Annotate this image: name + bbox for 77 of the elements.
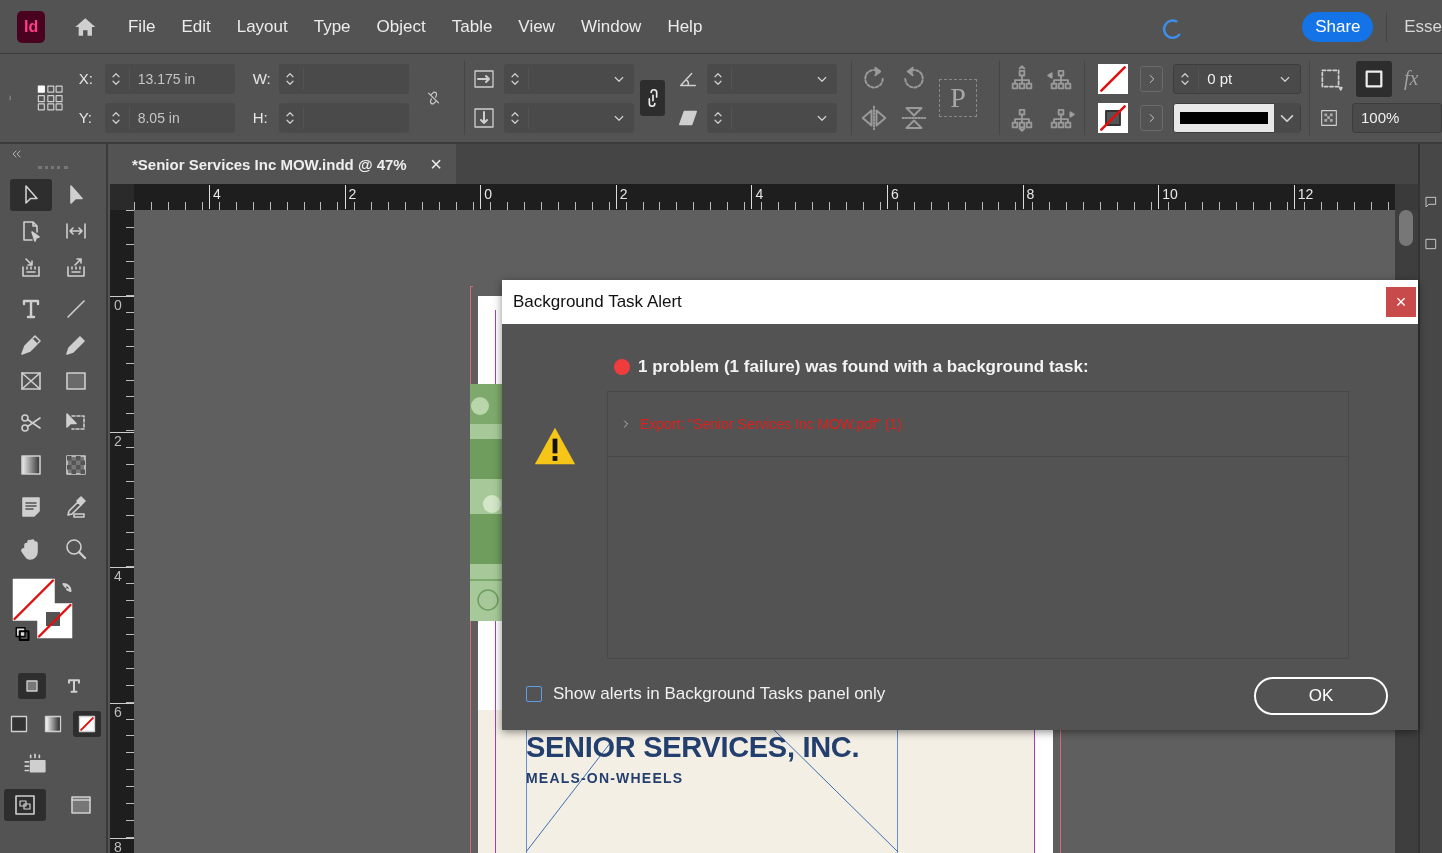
- ruler-label: 6: [887, 185, 899, 209]
- menu-item[interactable]: Edit: [168, 16, 224, 37]
- height-label: H:: [252, 109, 269, 126]
- scrollbar-thumb[interactable]: [1399, 210, 1413, 246]
- feather-icon: [63, 453, 88, 477]
- ok-button[interactable]: OK: [1254, 677, 1388, 716]
- close-button[interactable]: ×: [430, 154, 442, 174]
- dropdown-icon[interactable]: [1274, 102, 1301, 133]
- constrain-button[interactable]: [640, 80, 665, 116]
- ruler-label: 4: [751, 185, 764, 209]
- alert-message: 1 problem (1 failure) was found with a background task:: [638, 356, 1089, 377]
- stroke-type-field[interactable]: [1173, 102, 1302, 133]
- height-field[interactable]: [278, 102, 409, 133]
- x-label: X:: [78, 70, 94, 87]
- opacity-field[interactable]: 100%: [1351, 102, 1442, 133]
- none-swatch-icon: [1099, 64, 1128, 93]
- ruler-label: 2: [344, 185, 357, 209]
- screen-mode-normal-button[interactable]: [4, 789, 46, 821]
- scale-height-icon[interactable]: [472, 105, 497, 130]
- panel-icon[interactable]: [1424, 236, 1438, 252]
- ruler-label: 10: [1158, 185, 1178, 209]
- selection-tool[interactable]: [9, 179, 52, 211]
- scale-height-field[interactable]: [504, 102, 635, 133]
- checkbox[interactable]: [526, 686, 542, 703]
- width-label: W:: [252, 70, 272, 87]
- menu-item[interactable]: File: [114, 16, 169, 37]
- gradient-swatch-icon: [43, 714, 63, 734]
- scissors-icon: [18, 411, 43, 435]
- workspace-switcher[interactable]: Esse: [1404, 16, 1442, 37]
- close-button[interactable]: ×: [1386, 286, 1416, 317]
- menu-item[interactable]: Table: [438, 16, 506, 37]
- ruler-label: 12: [1293, 185, 1314, 209]
- share-button[interactable]: Share: [1302, 11, 1374, 42]
- menu-item[interactable]: View: [505, 16, 568, 37]
- ruler-label: 4: [209, 185, 221, 209]
- y-label: Y:: [78, 109, 94, 126]
- none-swatch-icon: [77, 714, 97, 734]
- page-heading: SENIOR SERVICES, INC.: [526, 731, 860, 764]
- x-field[interactable]: 13.175 in: [104, 63, 235, 94]
- apply-none-button[interactable]: [73, 711, 101, 737]
- menu-item[interactable]: Object: [363, 16, 439, 37]
- pencil-icon: [63, 333, 88, 357]
- rectangle-icon: [63, 369, 88, 393]
- app-logo: Id: [17, 10, 46, 43]
- fill-swatch[interactable]: [1098, 63, 1129, 94]
- tab-title: *Senior Services Inc MOW.indd @ 47%: [132, 155, 407, 173]
- task-error-text: Export: "Senior Services Inc MOW.pdf" (1): [640, 415, 903, 432]
- rotation-field[interactable]: [706, 63, 837, 94]
- menu-item[interactable]: Help: [654, 16, 716, 37]
- width-field[interactable]: [278, 63, 409, 94]
- shear-field[interactable]: [706, 102, 837, 133]
- zoom-icon: [63, 537, 88, 561]
- frame-icon: [18, 369, 43, 393]
- formatting-container-button[interactable]: [18, 673, 46, 699]
- checkbox-label[interactable]: Show alerts in Background Tasks panel only: [553, 684, 1254, 705]
- menu-item[interactable]: Type: [300, 16, 364, 37]
- stroke-none-icon: [1099, 103, 1128, 132]
- preview-mode-icon: [69, 793, 93, 817]
- y-field[interactable]: 8.05 in: [104, 102, 235, 133]
- normal-mode-icon: [13, 793, 37, 817]
- stroke-toggle-button[interactable]: [1355, 60, 1392, 97]
- ruler-label: 0: [480, 185, 492, 209]
- scale-width-field[interactable]: [504, 63, 635, 94]
- pen-icon: [18, 333, 43, 357]
- document-tab[interactable]: *Senior Services Inc MOW.indd @ 47% ×: [110, 144, 456, 184]
- gradient-icon: [18, 453, 43, 477]
- dialog-title: Background Task Alert: [513, 291, 682, 312]
- ruler-label: 2: [615, 185, 628, 209]
- menu-item[interactable]: Window: [567, 16, 655, 37]
- error-dot-icon: [614, 358, 630, 375]
- panel-icon[interactable]: [1424, 194, 1438, 210]
- stroke-swatch[interactable]: [1098, 102, 1129, 133]
- ruler-label: 8: [1022, 185, 1035, 209]
- color-swatch-icon: [9, 714, 29, 734]
- menu-item[interactable]: Layout: [223, 16, 301, 37]
- stroke-weight-field[interactable]: 0 pt: [1173, 63, 1302, 94]
- page-subheading: MEALS-ON-WHEELS: [526, 770, 684, 786]
